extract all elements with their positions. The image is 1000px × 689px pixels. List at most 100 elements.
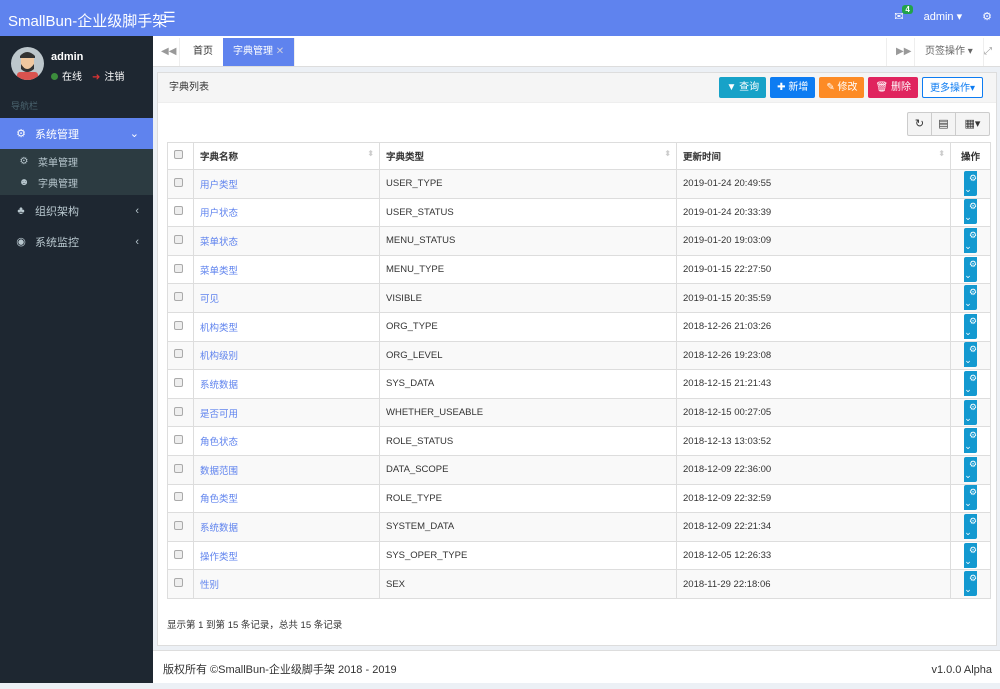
settings-icon[interactable]: ⚙ bbox=[982, 10, 992, 23]
row-actions-button[interactable]: ⚙ ⌄ bbox=[963, 170, 978, 196]
app-logo[interactable]: SmallBun-企业级脚手架 bbox=[8, 10, 167, 31]
sidebar-item-menu-manage[interactable]: ⚙ 菜单管理 bbox=[0, 151, 153, 172]
table-row: 机构级别 ORG_LEVEL 2018-12-26 19:23:08 ⚙ ⌄ bbox=[167, 340, 991, 371]
dict-name-link[interactable]: 菜单状态 bbox=[200, 237, 238, 248]
row-checkbox[interactable] bbox=[174, 177, 183, 187]
col-type[interactable]: 字典类型 ⬍ bbox=[379, 142, 677, 170]
dict-table: 字典名称 ⬍ 字典类型 ⬍ 更新时间 ⬍ 操作 用户类型 USER_TYPE 2019… bbox=[167, 142, 991, 599]
avatar bbox=[11, 47, 44, 80]
sidebar-item-org[interactable]: ♣ 组织架构 ‹ bbox=[0, 195, 153, 226]
chevron-left-icon: ‹ bbox=[135, 235, 139, 248]
dict-name-link[interactable]: 机构类型 bbox=[200, 323, 238, 334]
row-actions-button[interactable]: ⚙ ⌄ bbox=[963, 370, 978, 396]
row-checkbox[interactable] bbox=[174, 292, 183, 302]
dict-name-link[interactable]: 数据范围 bbox=[200, 466, 238, 477]
dict-name-link[interactable]: 用户状态 bbox=[200, 208, 238, 219]
row-actions-button[interactable]: ⚙ ⌄ bbox=[963, 428, 978, 454]
col-name[interactable]: 字典名称 ⬍ bbox=[193, 142, 380, 170]
table-row: 角色类型 ROLE_TYPE 2018-12-09 22:32:59 ⚙ ⌄ bbox=[167, 483, 991, 514]
update-time: 2019-01-24 20:33:39 bbox=[676, 197, 951, 228]
sidebar-item-monitor[interactable]: ◉ 系统监控 ‹ bbox=[0, 226, 153, 257]
row-actions-button[interactable]: ⚙ ⌄ bbox=[963, 485, 978, 511]
eye-icon: ◉ bbox=[16, 236, 26, 248]
dict-type: VISIBLE bbox=[379, 283, 677, 313]
row-checkbox[interactable] bbox=[174, 463, 183, 473]
add-button[interactable]: ✚ 新增 bbox=[770, 77, 816, 98]
scroll-left-icon[interactable]: ◀◀ bbox=[153, 38, 180, 66]
dict-name-link[interactable]: 菜单类型 bbox=[200, 266, 238, 277]
update-time: 2018-12-13 13:03:52 bbox=[676, 426, 951, 456]
scroll-right-icon[interactable]: ▶▶ bbox=[886, 38, 915, 66]
row-actions-button[interactable]: ⚙ ⌄ bbox=[963, 256, 978, 282]
dict-type: ROLE_TYPE bbox=[379, 483, 677, 514]
mail-icon[interactable]: ✉ 4 bbox=[894, 5, 913, 23]
dict-name-link[interactable]: 系统数据 bbox=[200, 380, 238, 391]
dict-name-link[interactable]: 用户类型 bbox=[200, 180, 238, 191]
row-actions-button[interactable]: ⚙ ⌄ bbox=[963, 456, 978, 482]
tab-dict[interactable]: 字典管理 ✕ bbox=[223, 38, 296, 66]
query-button[interactable]: ▼ 查询 bbox=[719, 77, 767, 98]
row-checkbox[interactable] bbox=[174, 406, 183, 416]
dict-name-link[interactable]: 角色类型 bbox=[200, 494, 238, 505]
close-icon: ✕ bbox=[275, 46, 285, 57]
menu-toggle-icon[interactable]: ☰ bbox=[163, 9, 176, 26]
tab-home[interactable]: 首页 bbox=[183, 38, 224, 66]
dict-name-link[interactable]: 系统数据 bbox=[200, 523, 238, 534]
table-row: 菜单状态 MENU_STATUS 2019-01-20 19:03:09 ⚙ ⌄ bbox=[167, 226, 991, 256]
row-actions-button[interactable]: ⚙ ⌄ bbox=[963, 285, 978, 311]
more-ops-button[interactable]: 更多操作▾ bbox=[921, 77, 983, 98]
row-checkbox[interactable] bbox=[174, 263, 183, 273]
row-checkbox[interactable] bbox=[174, 549, 183, 559]
dict-type: USER_STATUS bbox=[379, 197, 677, 228]
row-checkbox[interactable] bbox=[174, 320, 183, 330]
row-actions-button[interactable]: ⚙ ⌄ bbox=[963, 542, 978, 568]
row-checkbox[interactable] bbox=[174, 206, 183, 216]
row-actions-button[interactable]: ⚙ ⌄ bbox=[963, 227, 978, 253]
row-checkbox[interactable] bbox=[174, 492, 183, 502]
dict-name-link[interactable]: 机构级别 bbox=[200, 351, 238, 362]
columns-icon[interactable]: ▦▾ bbox=[956, 113, 989, 135]
pagination-summary: 显示第 1 到第 15 条记录，总共 15 条记录 bbox=[167, 620, 343, 631]
sidebar: admin 在线 ➜ 注销 导航栏 ⚙ 系统管理 ⌄ ⚙ 菜单管理 ☻ 字典管理 ♣ 组织架… bbox=[0, 36, 153, 683]
row-actions-button[interactable]: ⚙ ⌄ bbox=[963, 199, 978, 225]
edit-button[interactable]: ✎ 修改 bbox=[819, 77, 865, 98]
row-actions-button[interactable]: ⚙ ⌄ bbox=[963, 571, 978, 597]
update-time: 2018-12-09 22:36:00 bbox=[676, 454, 951, 485]
user-name: admin bbox=[51, 51, 84, 63]
sidebar-item-dict-manage[interactable]: ☻ 字典管理 bbox=[0, 172, 153, 193]
dict-type: USER_TYPE bbox=[379, 169, 677, 199]
top-header: SmallBun-企业级脚手架 ☰ ✉ 4 admin ▾ ⚙ bbox=[0, 0, 1000, 36]
user-menu[interactable]: admin ▾ bbox=[924, 10, 963, 23]
row-checkbox[interactable] bbox=[174, 520, 183, 530]
row-checkbox[interactable] bbox=[174, 349, 183, 359]
dict-type: SYSTEM_DATA bbox=[379, 512, 677, 542]
dict-name-link[interactable]: 性别 bbox=[200, 580, 219, 591]
toggle-view-icon[interactable]: ▤ bbox=[932, 113, 956, 135]
row-actions-button[interactable]: ⚙ ⌄ bbox=[963, 313, 978, 339]
update-time: 2018-12-26 21:03:26 bbox=[676, 311, 951, 342]
sidebar-item-system[interactable]: ⚙ 系统管理 ⌄ bbox=[0, 118, 153, 149]
row-checkbox[interactable] bbox=[174, 435, 183, 445]
dict-name-link[interactable]: 操作类型 bbox=[200, 552, 238, 563]
table-row: 操作类型 SYS_OPER_TYPE 2018-12-05 12:26:33 ⚙… bbox=[167, 540, 991, 571]
dict-name-link[interactable]: 是否可用 bbox=[200, 409, 238, 420]
table-row: 用户类型 USER_TYPE 2019-01-24 20:49:55 ⚙ ⌄ bbox=[167, 169, 991, 199]
gear-icon: ⚙ bbox=[19, 156, 29, 167]
dict-name-link[interactable]: 可见 bbox=[200, 294, 219, 305]
dict-name-link[interactable]: 角色状态 bbox=[200, 437, 238, 448]
logout-link[interactable]: ➜ 注销 bbox=[92, 68, 124, 83]
update-time: 2018-12-09 22:21:34 bbox=[676, 512, 951, 542]
row-checkbox[interactable] bbox=[174, 377, 183, 387]
row-actions-button[interactable]: ⚙ ⌄ bbox=[963, 513, 978, 539]
table-row: 系统数据 SYSTEM_DATA 2018-12-09 22:21:34 ⚙ ⌄ bbox=[167, 512, 991, 542]
fullscreen-icon[interactable]: ⤢ bbox=[974, 38, 1000, 66]
delete-button[interactable]: 🗑 删除 bbox=[868, 77, 918, 98]
row-actions-button[interactable]: ⚙ ⌄ bbox=[963, 342, 978, 368]
col-time[interactable]: 更新时间 ⬍ bbox=[676, 142, 951, 170]
row-checkbox[interactable] bbox=[174, 234, 183, 244]
row-checkbox[interactable] bbox=[174, 578, 183, 588]
refresh-icon[interactable]: ↻ bbox=[908, 113, 932, 135]
select-all-checkbox[interactable] bbox=[174, 150, 183, 159]
online-status: 在线 bbox=[51, 68, 82, 83]
row-actions-button[interactable]: ⚙ ⌄ bbox=[963, 399, 978, 425]
